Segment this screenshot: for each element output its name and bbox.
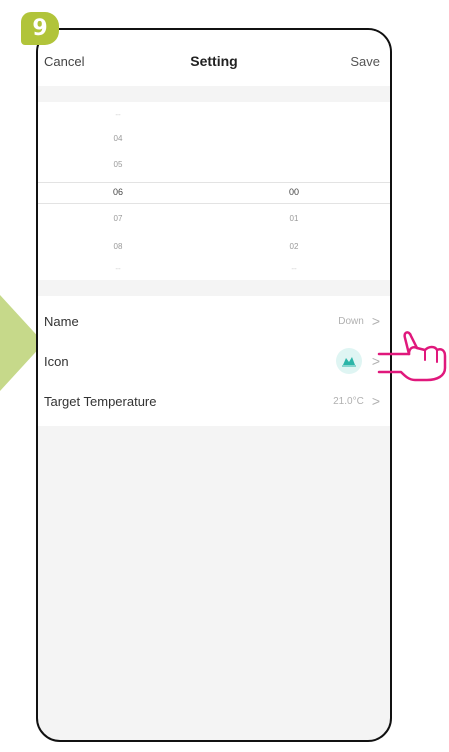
hour-option[interactable]: --: [98, 110, 138, 119]
minute-option[interactable]: --: [274, 264, 314, 273]
name-value: Down: [338, 315, 364, 327]
hour-option[interactable]: 05: [98, 160, 138, 169]
phone-frame: Cancel Setting Save -- 04 05 06 07 08 --…: [36, 28, 392, 742]
icon-label: Icon: [44, 353, 69, 369]
target-temperature-value: 21.0°C: [333, 395, 364, 407]
name-row[interactable]: Name Down >: [38, 302, 390, 340]
minute-option[interactable]: 02: [274, 242, 314, 251]
hour-option-selected[interactable]: 06: [98, 187, 138, 197]
hour-option[interactable]: 04: [98, 134, 138, 143]
minute-option[interactable]: 01: [274, 214, 314, 223]
icon-row[interactable]: Icon >: [38, 342, 390, 380]
pointing-hand-icon: [377, 331, 447, 382]
page-title: Setting: [190, 53, 238, 69]
settings-list: Name Down > Icon > Target Temperature 21…: [38, 296, 390, 426]
hour-option[interactable]: --: [98, 264, 138, 273]
step-badge: 9: [21, 12, 59, 45]
minute-option-selected[interactable]: 00: [274, 187, 314, 197]
minute-wheel[interactable]: 00 01 02 --: [274, 102, 334, 280]
time-picker[interactable]: -- 04 05 06 07 08 -- 00 01 02 --: [38, 102, 390, 280]
hour-option[interactable]: 07: [98, 214, 138, 223]
picker-selection-line-bottom: [38, 203, 390, 204]
header-bar: Cancel Setting Save: [38, 30, 390, 86]
name-label: Name: [44, 313, 79, 329]
hour-wheel[interactable]: -- 04 05 06 07 08 --: [98, 102, 158, 280]
hour-option[interactable]: 08: [98, 242, 138, 251]
chevron-right-icon: >: [371, 393, 380, 409]
target-temperature-row[interactable]: Target Temperature 21.0°C >: [38, 382, 390, 420]
target-temperature-label: Target Temperature: [44, 393, 157, 409]
sunrise-icon[interactable]: [335, 348, 362, 374]
picker-selection-line-top: [38, 182, 390, 183]
save-button[interactable]: Save: [350, 54, 380, 69]
